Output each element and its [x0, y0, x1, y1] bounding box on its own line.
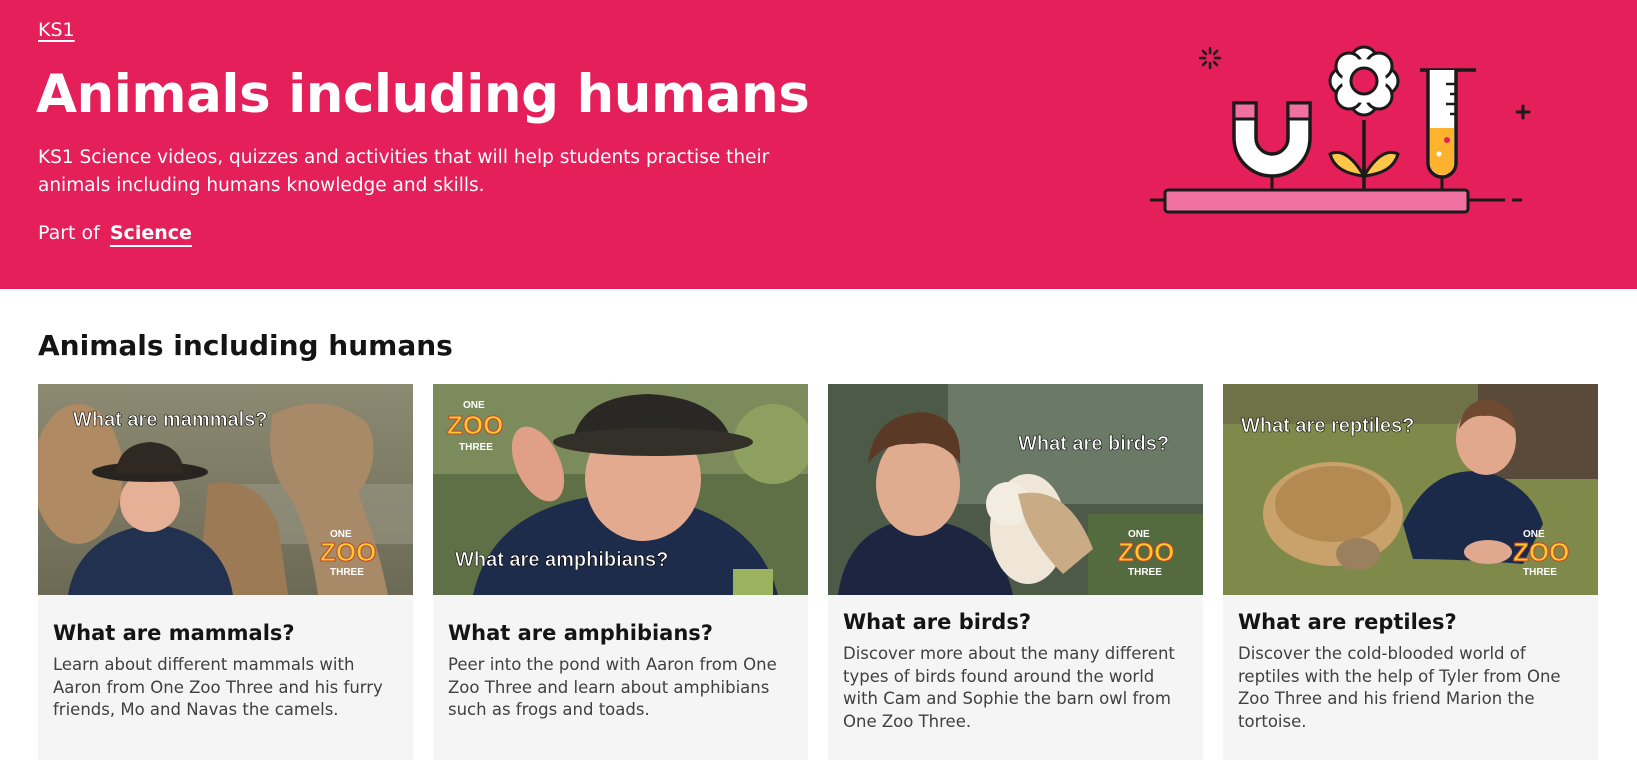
logo-three: THREE: [1128, 567, 1162, 578]
part-of-label: Part of: [38, 222, 100, 244]
logo-three: THREE: [330, 567, 364, 578]
card-description: Discover more about the many different t…: [843, 644, 1175, 731]
hero-banner: KS1 Animals including humans KS1 Science…: [0, 0, 1637, 289]
card-title[interactable]: What are amphibians?: [448, 620, 713, 646]
card-description: Discover the cold-blooded world of repti…: [1238, 644, 1561, 731]
logo-three: THREE: [459, 442, 493, 453]
logo-three: THREE: [1523, 567, 1557, 578]
video-thumbnail[interactable]: What are mammals? ONE ZOO THREE: [38, 384, 413, 595]
logo-zoo: ZOO: [1513, 537, 1569, 567]
card-title[interactable]: What are mammals?: [53, 620, 295, 646]
card-description: Peer into the pond with Aaron from One Z…: [448, 655, 777, 719]
science-illustration-icon: [1150, 45, 1531, 214]
page-title: Animals including humans: [36, 64, 810, 125]
card-list: What are mammals? ONE ZOO THREE What are…: [38, 384, 1600, 760]
logo-zoo: ZOO: [447, 410, 503, 440]
card-amphibians[interactable]: ONE ZOO THREE What are amphibians? What …: [433, 384, 808, 760]
video-thumbnail[interactable]: What are birds? ONE ZOO THREE: [828, 384, 1203, 595]
card-mammals[interactable]: What are mammals? ONE ZOO THREE What are…: [38, 384, 413, 760]
section-title: Animals including humans: [38, 329, 453, 362]
science-link[interactable]: Science: [110, 222, 192, 244]
logo-zoo: ZOO: [1118, 537, 1174, 567]
card-birds[interactable]: What are birds? ONE ZOO THREE What are b…: [828, 384, 1203, 760]
logo-zoo: ZOO: [320, 537, 376, 567]
card-title[interactable]: What are reptiles?: [1238, 609, 1457, 635]
page-description: KS1 Science videos, quizzes and activiti…: [38, 147, 770, 196]
thumbnail-title: What are mammals?: [73, 409, 268, 431]
card-description: Learn about different mammals with Aaron…: [53, 655, 383, 719]
thumbnail-title: What are birds?: [1018, 433, 1169, 455]
card-reptiles[interactable]: What are reptiles? ONE ZOO THREE What ar…: [1223, 384, 1598, 760]
key-stage-link[interactable]: KS1: [38, 18, 75, 42]
breadcrumb: Part of Science: [38, 220, 192, 246]
card-title[interactable]: What are birds?: [843, 609, 1031, 635]
thumbnail-title: What are reptiles?: [1241, 415, 1414, 437]
video-thumbnail[interactable]: ONE ZOO THREE What are amphibians?: [433, 384, 808, 595]
video-thumbnail[interactable]: What are reptiles? ONE ZOO THREE: [1223, 384, 1598, 595]
thumbnail-title: What are amphibians?: [455, 549, 668, 571]
